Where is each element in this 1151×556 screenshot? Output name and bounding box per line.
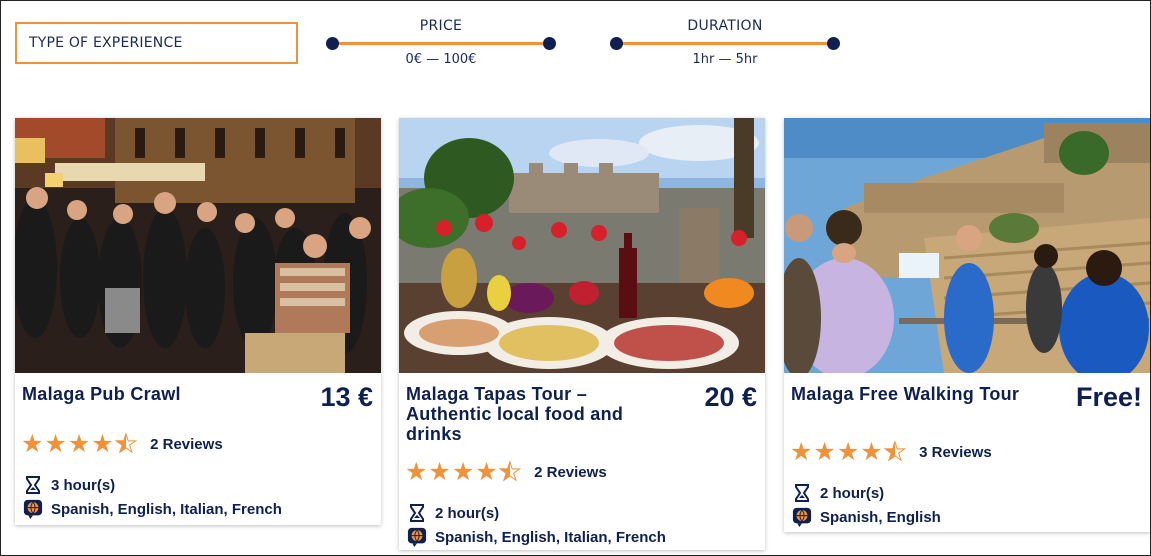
duration-range-slider[interactable]: DURATION 1hr — 5hr [610, 18, 840, 72]
tour-languages: Spanish, English, Italian, French [23, 499, 282, 519]
tour-duration: 3 hour(s) [23, 475, 115, 495]
star-icon: ★ [836, 437, 860, 466]
reviews-count[interactable]: 2 Reviews [150, 436, 223, 453]
tour-card-free-walking-tour[interactable]: Malaga Free Walking Tour Free! ★ ★ ★ ★ ★… [784, 118, 1150, 532]
tour-duration-text: 3 hour(s) [51, 476, 116, 494]
star-icon: ★ [813, 437, 836, 466]
speech-globe-icon [407, 527, 427, 547]
price-max-handle[interactable] [543, 37, 556, 50]
tour-photo-tapas-tour[interactable] [399, 118, 765, 373]
hourglass-icon [795, 484, 809, 502]
star-icon: ★ [21, 429, 44, 458]
star-icon: ★ [475, 457, 498, 486]
duration-max-handle[interactable] [827, 37, 840, 50]
star-icon: ★ [451, 457, 475, 486]
tour-title[interactable]: Malaga Tapas Tour – Authentic local food… [406, 384, 671, 444]
star-icon: ★ [405, 457, 428, 486]
tour-duration-text: 2 hour(s) [820, 484, 885, 502]
tour-duration-text: 2 hour(s) [435, 504, 500, 522]
price-label: PRICE [419, 18, 463, 34]
star-icon: ★ [44, 429, 67, 458]
half-star-icon: ★ [883, 437, 907, 466]
speech-globe-icon [23, 499, 43, 519]
rating-stars: ★ ★ ★ ★ ★ 2 Reviews [405, 457, 607, 486]
star-icon: ★ [67, 429, 91, 458]
tour-price: 13 € [320, 382, 373, 412]
tour-duration: 2 hour(s) [792, 483, 884, 503]
type-of-experience-select[interactable]: TYPE OF EXPERIENCE [15, 22, 298, 64]
tour-languages: Spanish, English, Italian, French [407, 527, 666, 547]
price-min-handle[interactable] [326, 37, 339, 50]
tour-price: Free! [1075, 382, 1142, 412]
star-icon: ★ [91, 429, 114, 458]
tour-photo-free-walking-tour[interactable] [784, 118, 1150, 373]
tour-photo-pub-crawl[interactable] [15, 118, 381, 373]
price-track[interactable] [333, 42, 549, 45]
half-star-icon: ★ [114, 429, 138, 458]
price-range-slider[interactable]: PRICE 0€ — 100€ [326, 18, 556, 72]
tour-card-pub-crawl[interactable]: Malaga Pub Crawl 13 € ★ ★ ★ ★ ★ 2 Review… [15, 118, 381, 525]
tour-languages-text: Spanish, English, Italian, French [51, 500, 282, 518]
tour-languages-text: Spanish, English, Italian, French [435, 528, 666, 546]
tour-price: 20 € [704, 382, 757, 412]
reviews-count[interactable]: 3 Reviews [919, 444, 992, 461]
rating-stars: ★ ★ ★ ★ ★ 2 Reviews [21, 429, 223, 458]
rating-stars: ★ ★ ★ ★ ★ 3 Reviews [790, 437, 992, 466]
tour-languages: Spanish, English [792, 507, 941, 527]
price-value: 0€ — 100€ [405, 52, 477, 67]
hourglass-icon [26, 476, 40, 494]
tour-title[interactable]: Malaga Pub Crawl [22, 384, 287, 404]
duration-label: DURATION [687, 18, 763, 34]
type-of-experience-label: TYPE OF EXPERIENCE [29, 35, 183, 51]
half-star-icon: ★ [498, 457, 522, 486]
duration-track[interactable] [617, 42, 833, 45]
tour-title[interactable]: Malaga Free Walking Tour [791, 384, 1056, 404]
star-icon: ★ [790, 437, 813, 466]
star-icon: ★ [428, 457, 451, 486]
hourglass-icon [410, 504, 424, 522]
tour-duration: 2 hour(s) [407, 503, 499, 523]
star-icon: ★ [860, 437, 883, 466]
tour-languages-text: Spanish, English [820, 508, 941, 526]
reviews-count[interactable]: 2 Reviews [534, 464, 607, 481]
tour-card-tapas-tour[interactable]: Malaga Tapas Tour – Authentic local food… [399, 118, 765, 550]
duration-value: 1hr — 5hr [692, 52, 758, 67]
duration-min-handle[interactable] [610, 37, 623, 50]
speech-globe-icon [792, 507, 812, 527]
